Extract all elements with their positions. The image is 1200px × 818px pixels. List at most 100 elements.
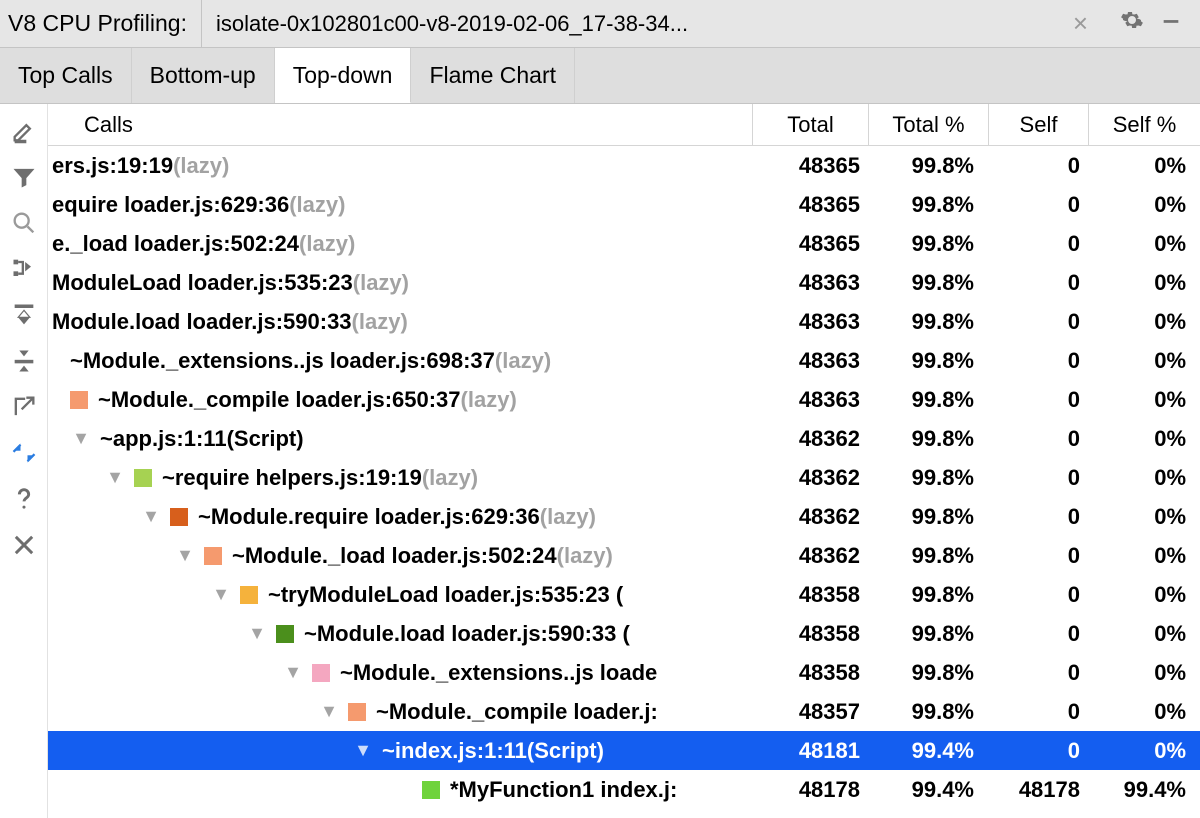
header-calls[interactable]: Calls	[48, 104, 752, 145]
tab-top-down[interactable]: Top-down	[275, 48, 412, 103]
table-row[interactable]: ~Module._extensions..js loader.js:698:37…	[48, 341, 1200, 380]
expand-chevron-icon[interactable]: ▼	[104, 467, 126, 488]
call-label: ers.js:19:19	[52, 153, 173, 179]
numeric-cell: 99.8%	[868, 582, 988, 608]
numeric-cell: 99.4%	[868, 738, 988, 764]
table-row[interactable]: ▼ ~require helpers.js:19:19 (lazy) 4836299…	[48, 458, 1200, 497]
table-row[interactable]: Module.load loader.js:590:33 (lazy)48363…	[48, 302, 1200, 341]
numeric-cell: 99.8%	[868, 387, 988, 413]
color-swatch	[312, 664, 330, 682]
table-row[interactable]: ▼~index.js:1:11(Script)4818199.4%00%	[48, 731, 1200, 770]
table-row[interactable]: ▼~Module.load loader.js:590:33 (4835899.…	[48, 614, 1200, 653]
expand-chevron-icon[interactable]: ▼	[210, 584, 232, 605]
expand-chevron-icon[interactable]: ▼	[246, 623, 268, 644]
call-cell: ▼ ~require helpers.js:19:19 (lazy)	[48, 465, 756, 491]
numeric-cell: 99.8%	[868, 465, 988, 491]
table-row[interactable]: ers.js:19:19 (lazy)4836599.8%00%	[48, 146, 1200, 185]
call-label: e._load loader.js:502:24	[52, 231, 299, 257]
call-annotation: (lazy)	[289, 192, 345, 218]
table-row[interactable]: ~Module._compile loader.js:650:37 (lazy)…	[48, 380, 1200, 419]
tree-focus-icon[interactable]	[2, 246, 46, 292]
close-icon[interactable]	[2, 522, 46, 568]
filter-icon[interactable]	[2, 154, 46, 200]
expand-chevron-icon[interactable]: ▼	[174, 545, 196, 566]
numeric-cell: 48362	[756, 543, 868, 569]
table-row[interactable]: *MyFunction1 index.j:4817899.4%4817899.4…	[48, 770, 1200, 809]
call-cell: ▼~Module.require loader.js:629:36 (lazy)	[48, 504, 756, 530]
call-annotation: (lazy)	[353, 270, 409, 296]
table-row[interactable]: ▼~Module._load loader.js:502:24 (lazy)48…	[48, 536, 1200, 575]
call-cell: equire loader.js:629:36 (lazy)	[48, 192, 756, 218]
header-total[interactable]: Total	[752, 104, 868, 145]
settings-gear-icon[interactable]	[1112, 8, 1152, 39]
color-swatch	[276, 625, 294, 643]
call-annotation: (lazy)	[557, 543, 613, 569]
table-row[interactable]: e._load loader.js:502:24 (lazy)4836599.8…	[48, 224, 1200, 263]
numeric-cell: 0	[988, 660, 1088, 686]
call-label: ~Module._compile loader.js:650:37	[98, 387, 461, 413]
call-label: ~app.js:1:11(Script)	[100, 426, 304, 452]
tool-column	[0, 104, 48, 818]
call-label: ~require helpers.js:19:19	[162, 465, 422, 491]
collapse-all-icon[interactable]	[2, 338, 46, 384]
table-row[interactable]: ▼~app.js:1:11(Script)4836299.8%00%	[48, 419, 1200, 458]
numeric-cell: 0%	[1088, 153, 1200, 179]
header-self-pct[interactable]: Self %	[1088, 104, 1200, 145]
expand-chevron-icon[interactable]: ▼	[140, 506, 162, 527]
search-icon[interactable]	[2, 200, 46, 246]
numeric-cell: 0%	[1088, 426, 1200, 452]
call-label: ~index.js:1:11(Script)	[382, 738, 604, 764]
table-row[interactable]: ▼~Module._compile loader.j:4835799.8%00%	[48, 692, 1200, 731]
collapse-blue-icon[interactable]	[2, 430, 46, 476]
file-tab[interactable]: isolate-0x102801c00-v8-2019-02-06_17-38-…	[201, 0, 1112, 47]
call-cell: ▼~tryModuleLoad loader.js:535:23 (	[48, 582, 756, 608]
export-icon[interactable]	[2, 384, 46, 430]
content-area: Calls Total Total % Self Self % ers.js:1…	[48, 104, 1200, 818]
expand-chevron-icon[interactable]: ▼	[318, 701, 340, 722]
numeric-cell: 0%	[1088, 270, 1200, 296]
numeric-cell: 0%	[1088, 348, 1200, 374]
numeric-cell: 0	[988, 543, 1088, 569]
call-annotation: (lazy)	[495, 348, 551, 374]
numeric-cell: 0%	[1088, 192, 1200, 218]
call-label: ModuleLoad loader.js:535:23	[52, 270, 353, 296]
numeric-cell: 48178	[756, 777, 868, 803]
numeric-cell: 99.8%	[868, 543, 988, 569]
header-self[interactable]: Self	[988, 104, 1088, 145]
profiler-title: V8 CPU Profiling:	[8, 10, 201, 37]
hide-icon[interactable]	[1152, 8, 1190, 39]
numeric-cell: 0	[988, 309, 1088, 335]
call-cell: ~Module._extensions..js loader.js:698:37…	[48, 348, 756, 374]
tab-flame-chart[interactable]: Flame Chart	[411, 48, 575, 103]
numeric-cell: 48178	[988, 777, 1088, 803]
tab-bottom-up[interactable]: Bottom-up	[132, 48, 275, 103]
expand-chevron-icon[interactable]: ▼	[282, 662, 304, 683]
table-row[interactable]: ▼~Module._extensions..js loade4835899.8%…	[48, 653, 1200, 692]
expand-chevron-icon[interactable]: ▼	[70, 428, 92, 449]
color-swatch	[134, 469, 152, 487]
tab-top-calls[interactable]: Top Calls	[0, 48, 132, 103]
table-row[interactable]: ModuleLoad loader.js:535:23 (lazy)483639…	[48, 263, 1200, 302]
title-bar: V8 CPU Profiling: isolate-0x102801c00-v8…	[0, 0, 1200, 48]
expand-all-icon[interactable]	[2, 292, 46, 338]
table-row[interactable]: ▼~tryModuleLoad loader.js:535:23 (483589…	[48, 575, 1200, 614]
expand-chevron-icon[interactable]: ▼	[352, 740, 374, 761]
numeric-cell: 99.8%	[868, 153, 988, 179]
header-total-pct[interactable]: Total %	[868, 104, 988, 145]
numeric-cell: 0	[988, 465, 1088, 491]
numeric-cell: 0	[988, 504, 1088, 530]
table-row[interactable]: equire loader.js:629:36 (lazy)4836599.8%…	[48, 185, 1200, 224]
call-annotation: (lazy)	[422, 465, 478, 491]
numeric-cell: 99.8%	[868, 621, 988, 647]
call-label: equire loader.js:629:36	[52, 192, 289, 218]
numeric-cell: 48362	[756, 465, 868, 491]
numeric-cell: 0	[988, 192, 1088, 218]
edit-icon[interactable]	[2, 108, 46, 154]
numeric-cell: 99.8%	[868, 192, 988, 218]
numeric-cell: 99.8%	[868, 426, 988, 452]
help-icon[interactable]	[2, 476, 46, 522]
table-row[interactable]: ▼~Module.require loader.js:629:36 (lazy)…	[48, 497, 1200, 536]
numeric-cell: 48362	[756, 504, 868, 530]
close-tab-icon[interactable]: ×	[1063, 8, 1098, 39]
table-body: ers.js:19:19 (lazy)4836599.8%00%equire l…	[48, 146, 1200, 818]
